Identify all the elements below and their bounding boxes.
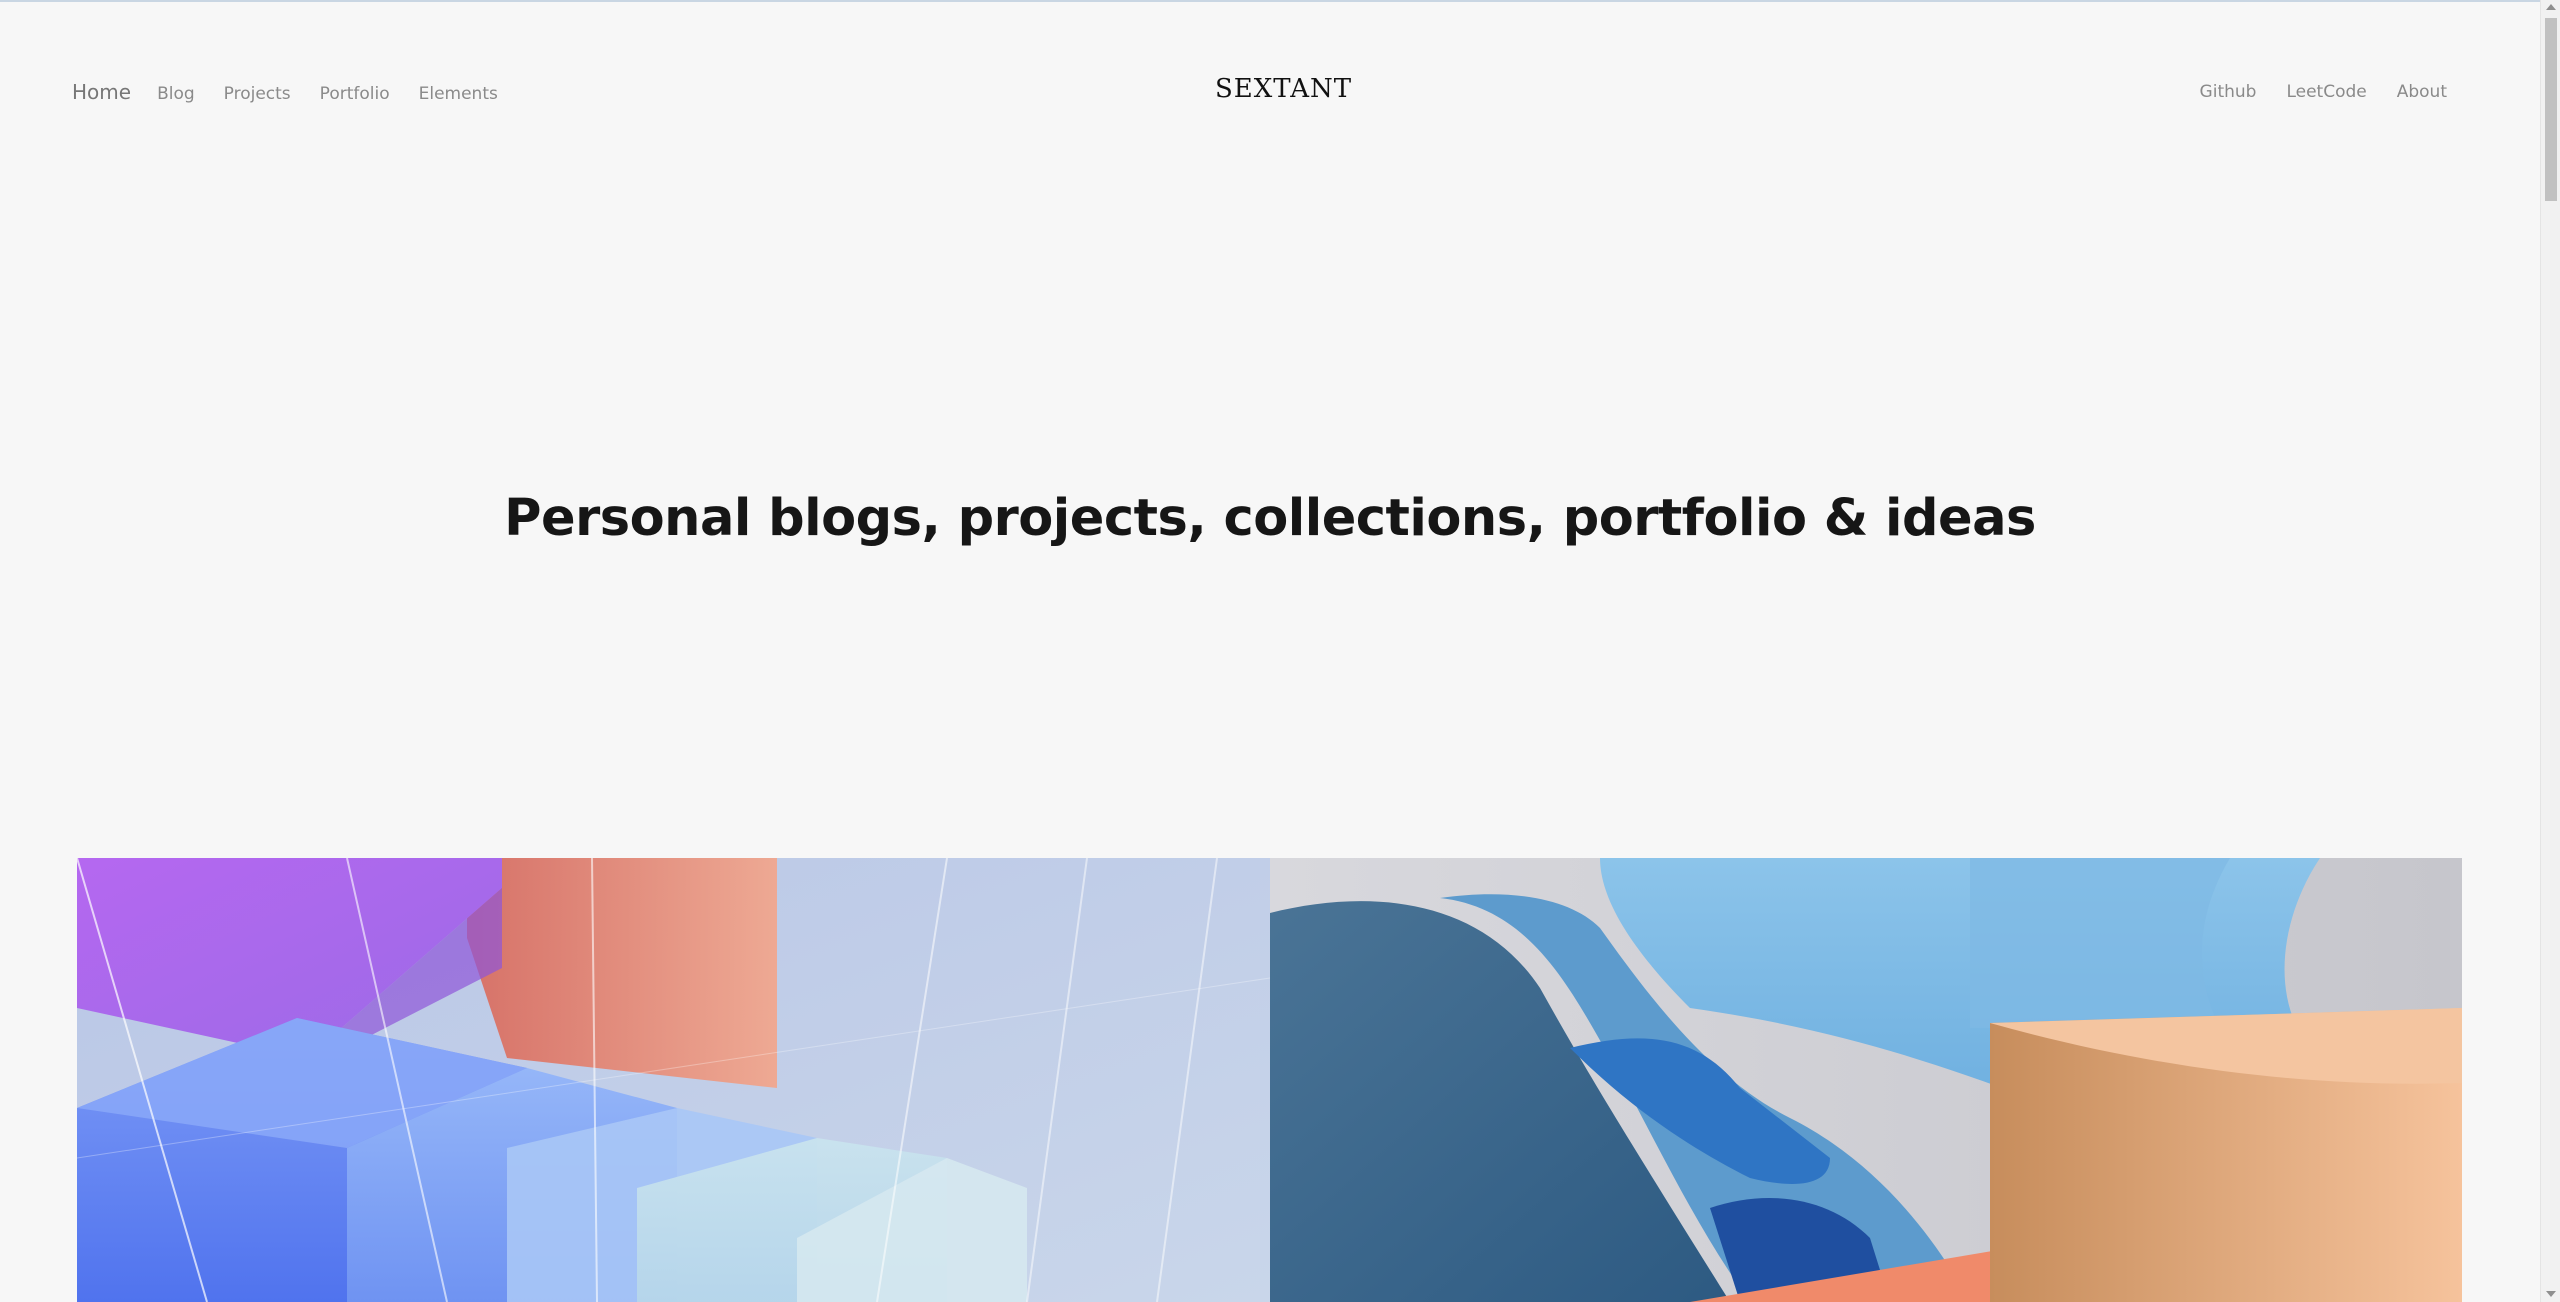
gallery xyxy=(77,858,2462,1302)
abstract-blue-waves-image xyxy=(1269,858,2462,1302)
nav-blog-link[interactable]: Blog xyxy=(157,84,195,104)
abstract-glass-blocks-image xyxy=(77,858,1270,1302)
site-logo[interactable]: SEXTANT xyxy=(1215,74,1352,104)
primary-nav: Home Blog Projects Portfolio Elements xyxy=(72,80,527,104)
gallery-tile[interactable] xyxy=(1269,858,2462,1302)
nav-home-link[interactable]: Home xyxy=(72,80,131,104)
nav-leetcode-link[interactable]: LeetCode xyxy=(2286,82,2366,102)
scroll-up-arrow-icon[interactable] xyxy=(2546,4,2556,10)
page: Home Blog Projects Portfolio Elements SE… xyxy=(0,0,2540,1302)
scrollbar-thumb[interactable] xyxy=(2545,18,2557,201)
scroll-down-arrow-icon[interactable] xyxy=(2546,1291,2556,1297)
hero-title: Personal blogs, projects, collections, p… xyxy=(504,489,2036,549)
nav-portfolio-link[interactable]: Portfolio xyxy=(320,84,390,104)
nav-elements-link[interactable]: Elements xyxy=(419,84,498,104)
nav-about-link[interactable]: About xyxy=(2397,82,2447,102)
gallery-tile[interactable] xyxy=(77,858,1270,1302)
nav-projects-link[interactable]: Projects xyxy=(224,84,291,104)
vertical-scrollbar[interactable] xyxy=(2540,0,2560,1302)
site-header: Home Blog Projects Portfolio Elements SE… xyxy=(0,0,2540,186)
nav-github-link[interactable]: Github xyxy=(2200,82,2257,102)
secondary-nav: Github LeetCode About xyxy=(2170,82,2447,102)
